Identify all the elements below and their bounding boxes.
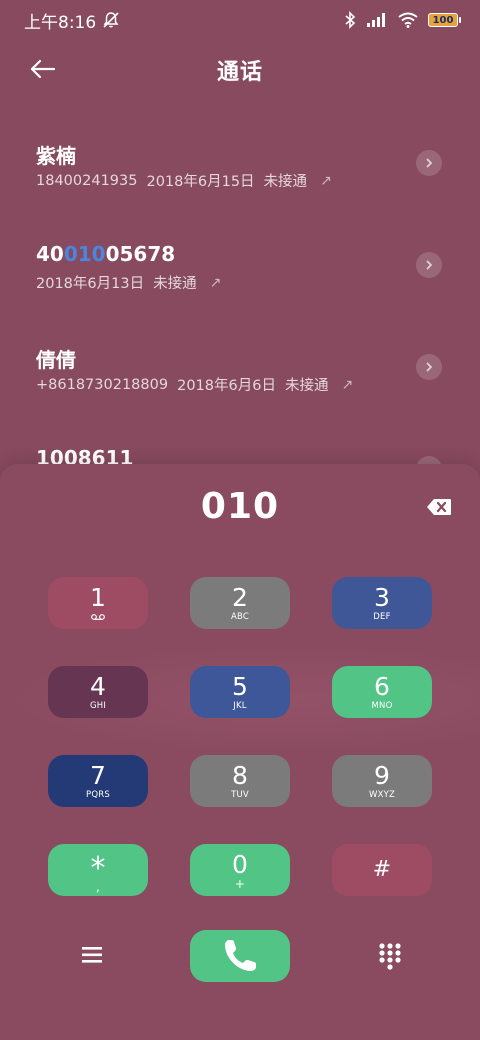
key-1[interactable]: 1: [48, 577, 148, 629]
key-hash[interactable]: #: [332, 844, 432, 896]
key-letters: TUV: [231, 789, 249, 800]
call-status: 未接通: [153, 276, 197, 292]
key-digit: 8: [232, 760, 248, 790]
key-digit: 6: [374, 671, 390, 701]
call-date: 2018年6月15日: [146, 174, 255, 190]
wifi-icon: [398, 12, 418, 28]
key-letters: +: [234, 876, 246, 891]
call-number: 18400241935: [36, 172, 138, 189]
call-name: 紫楠: [36, 144, 76, 168]
signal-icon: [366, 12, 388, 28]
status-bar: 上午8:16 100: [0, 0, 480, 40]
call-status: 未接通: [284, 378, 329, 394]
call-list: 紫楠 18400241935 2018年6月15日 未接通 ↗ 40010056…: [0, 112, 480, 520]
call-name: 倩倩: [36, 348, 76, 372]
call-detail-button[interactable]: [416, 150, 442, 176]
call-name-suffix: 05678: [105, 242, 176, 266]
outgoing-arrow-icon: ↗: [320, 172, 332, 189]
key-letters: DEF: [373, 611, 391, 622]
key-star[interactable]: * ,: [48, 844, 148, 896]
call-status: 未接通: [263, 174, 308, 190]
dialed-number: 010: [200, 486, 280, 527]
key-9[interactable]: 9 WXYZ: [332, 755, 432, 807]
key-digit: 5: [232, 671, 248, 701]
key-letters: ABC: [230, 611, 250, 622]
call-date: 2018年6月6日: [177, 378, 276, 394]
key-letters: MNO: [371, 700, 393, 711]
outgoing-arrow-icon: ↗: [209, 274, 222, 291]
backspace-button[interactable]: [426, 498, 452, 516]
key-digit: #: [372, 857, 392, 882]
key-3[interactable]: 3 DEF: [332, 577, 432, 629]
call-meta: 18400241935 2018年6月15日 未接通 ↗: [36, 170, 332, 191]
call-meta: 2018年6月13日 未接通 ↗: [36, 272, 221, 293]
key-digit: *: [90, 850, 106, 886]
key-letters: WXYZ: [368, 789, 396, 800]
call-date: 2018年6月13日: [36, 276, 145, 292]
dialpad-bottom-bar: [0, 930, 480, 982]
backspace-icon: [427, 499, 451, 515]
dialpad-icon: [379, 943, 401, 970]
menu-icon: [82, 947, 102, 963]
key-letters: JKL: [233, 700, 247, 711]
key-letters: PQRS: [86, 789, 110, 800]
key-7[interactable]: 7 PQRS: [48, 755, 148, 807]
key-digit: 1: [90, 583, 106, 612]
status-right: 100: [344, 11, 461, 29]
key-digit: 9: [374, 760, 390, 790]
key-2[interactable]: 2 ABC: [190, 577, 290, 629]
keypad-toggle-button[interactable]: [378, 942, 402, 970]
call-meta: +8618730218809 2018年6月6日 未接通 ↗: [36, 374, 353, 395]
status-left: 上午8:16: [24, 8, 120, 33]
key-6[interactable]: 6 MNO: [332, 666, 432, 718]
chevron-right-icon: [426, 260, 433, 270]
outgoing-arrow-icon: ↗: [341, 376, 354, 393]
key-8[interactable]: 8 TUV: [190, 755, 290, 807]
phone-icon: [225, 940, 256, 971]
key-digit: 2: [232, 582, 248, 612]
key-digit: 0: [232, 849, 248, 879]
key-4[interactable]: 4 GHI: [48, 666, 148, 718]
call-number: +8618730218809: [36, 376, 169, 393]
call-detail-button[interactable]: [416, 354, 442, 380]
call-detail-button[interactable]: [416, 252, 442, 278]
call-button[interactable]: [190, 930, 290, 982]
key-5[interactable]: 5 JKL: [190, 666, 290, 718]
key-digit: 4: [90, 671, 106, 701]
battery-level: 100: [432, 14, 454, 26]
call-item[interactable]: 紫楠 18400241935 2018年6月15日 未接通 ↗: [0, 112, 480, 214]
voicemail-icon: [91, 614, 105, 620]
page-title: 通话: [216, 60, 263, 85]
call-name-match: 010: [63, 242, 106, 266]
header: 通话: [0, 44, 480, 94]
call-name: 4001005678: [36, 242, 175, 266]
mute-icon: [102, 11, 120, 29]
key-0[interactable]: 0 +: [190, 844, 290, 896]
call-name-prefix: 40: [36, 242, 64, 266]
bluetooth-icon: [344, 11, 356, 29]
key-letters: ,: [95, 879, 100, 894]
key-letters: GHI: [89, 700, 107, 711]
chevron-right-icon: [426, 362, 433, 372]
menu-button[interactable]: [80, 944, 104, 966]
call-item[interactable]: 倩倩 +8618730218809 2018年6月6日 未接通 ↗: [0, 316, 480, 418]
key-digit: 3: [374, 582, 390, 612]
key-digit: 7: [90, 760, 106, 790]
chevron-right-icon: [426, 158, 433, 168]
battery-icon: 100: [428, 13, 461, 27]
dialpad-panel: 010 1 2 ABC 3 DEF 4 GHI 5 JKL 6 MNO 7 PQ…: [0, 464, 480, 1040]
call-item[interactable]: 4001005678 2018年6月13日 未接通 ↗: [0, 214, 480, 316]
status-time: 上午8:16: [24, 12, 97, 33]
